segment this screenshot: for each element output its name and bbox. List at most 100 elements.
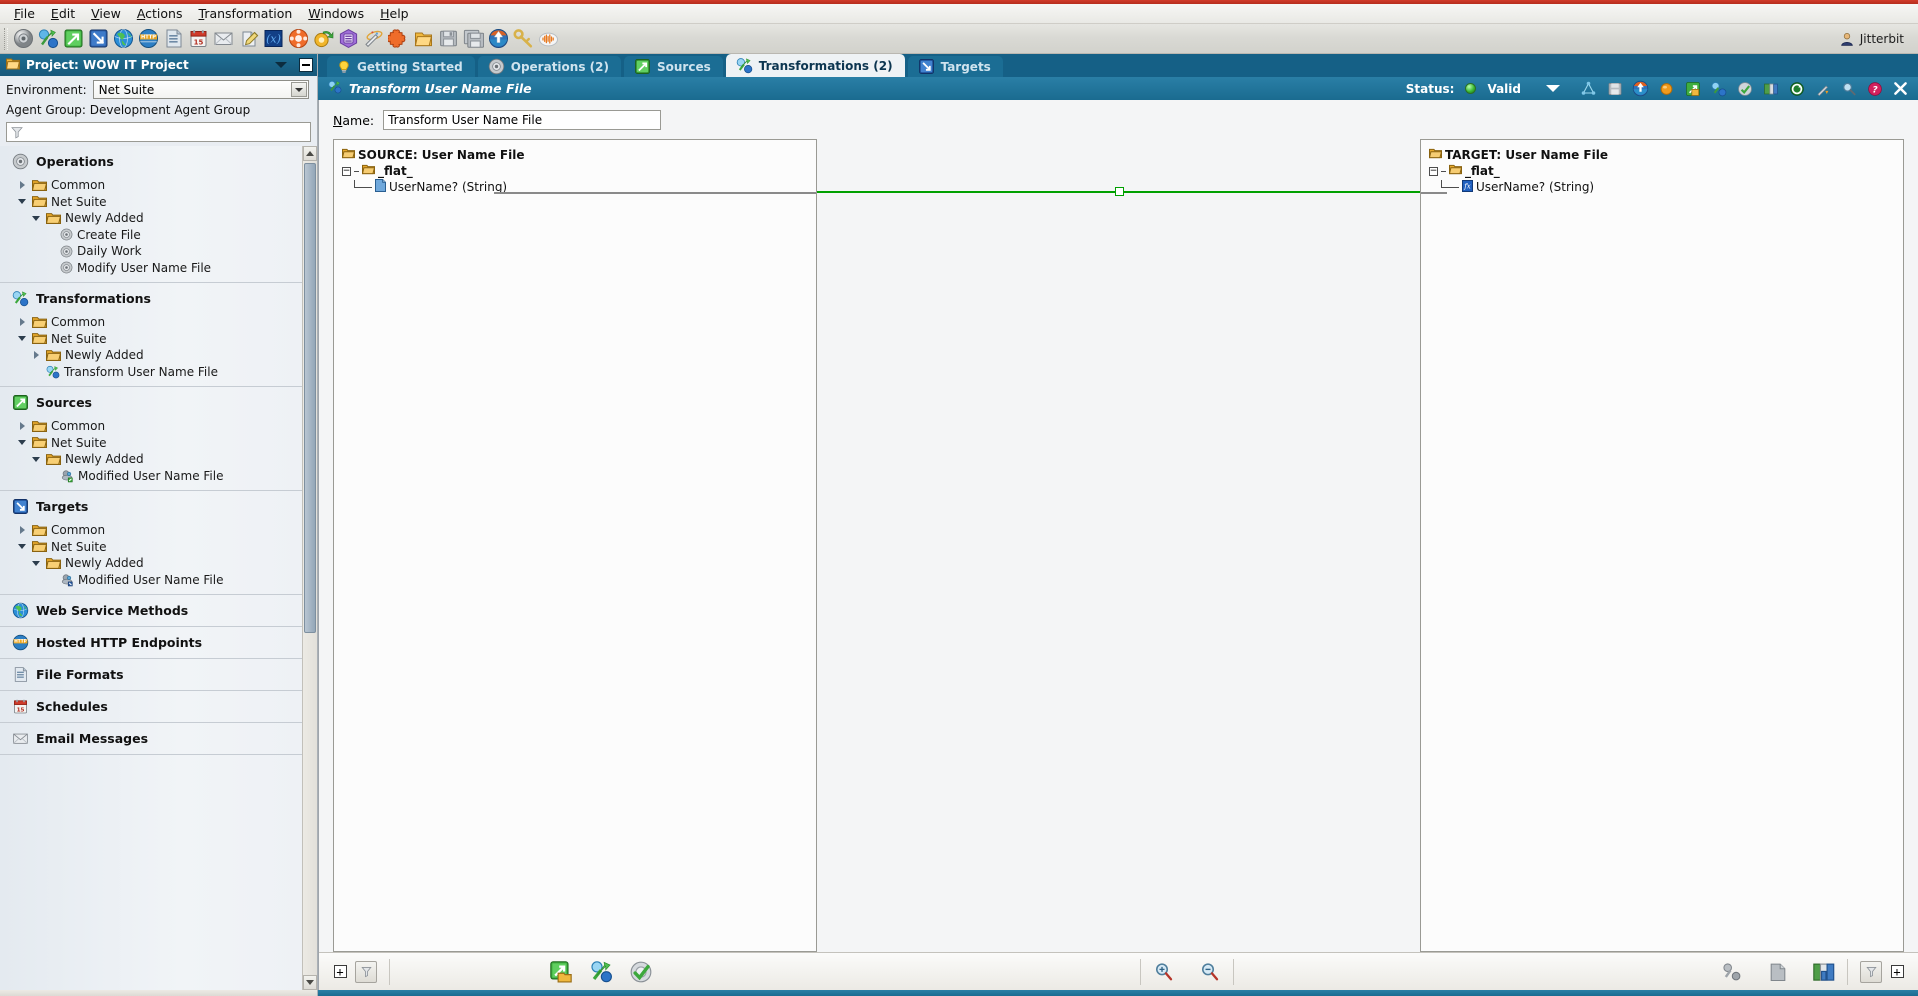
tree-node[interactable]: Common — [0, 522, 302, 539]
tree-node[interactable]: Create File — [0, 227, 302, 244]
target-root-row[interactable]: TARGET: User Name File — [1428, 147, 1608, 163]
target-expand-button[interactable]: + — [1884, 959, 1910, 985]
chevron-down-icon[interactable] — [30, 560, 42, 566]
menu-windows[interactable]: Windows — [300, 4, 372, 23]
hosted-http-endpoints-icon[interactable]: HTTP — [136, 26, 161, 51]
puzzle-icon[interactable] — [386, 26, 411, 51]
source-group-row[interactable]: − _flat_ — [342, 163, 524, 179]
graph-view-icon[interactable] — [1579, 79, 1598, 98]
target-group-row[interactable]: − _flat_ — [1429, 163, 1608, 179]
tree-node[interactable]: Common — [0, 314, 302, 331]
menu-help[interactable]: Help — [372, 4, 417, 23]
target-file-button[interactable] — [1765, 959, 1791, 985]
chevron-down-icon[interactable] — [30, 215, 42, 221]
menu-file[interactable]: File — [6, 4, 43, 23]
queues-icon[interactable] — [311, 26, 336, 51]
mapping-canvas[interactable] — [817, 139, 1420, 952]
sidebar-section-sources[interactable]: Sources — [0, 387, 302, 418]
key-icon[interactable] — [511, 26, 536, 51]
chevron-down-icon[interactable] — [16, 199, 28, 205]
new-target-icon[interactable] — [86, 26, 111, 51]
wizard-icon[interactable] — [361, 26, 386, 51]
titlebar-menu-caret-icon[interactable] — [1546, 85, 1560, 92]
zoom-out-button[interactable] — [1197, 959, 1223, 985]
sidebar-section-operations[interactable]: Operations — [0, 146, 302, 177]
target-mapping-button[interactable] — [1719, 959, 1745, 985]
sidebar-section-schedules[interactable]: 15 Schedules — [0, 691, 302, 722]
tree-node[interactable]: Net Suite — [0, 331, 302, 348]
change-source-button[interactable] — [548, 959, 574, 985]
collapse-toggle[interactable]: − — [342, 166, 351, 176]
tab-sources[interactable]: Sources — [623, 56, 723, 77]
wand-icon[interactable] — [1813, 79, 1832, 98]
orange-sphere-icon[interactable] — [1657, 79, 1676, 98]
chevron-down-icon[interactable] — [16, 544, 28, 550]
project-minimize-button[interactable] — [299, 58, 313, 72]
environment-select[interactable]: Net Suite — [92, 80, 309, 99]
menu-actions[interactable]: Actions — [129, 4, 191, 23]
chevron-right-icon[interactable] — [16, 526, 28, 535]
plugins-icon[interactable] — [286, 26, 311, 51]
deploy-icon[interactable] — [1631, 79, 1650, 98]
sidebar-section-file-formats[interactable]: File Formats — [0, 659, 302, 690]
tree-node[interactable]: Net Suite — [0, 194, 302, 211]
new-transformation-icon[interactable] — [36, 26, 61, 51]
expand-all-button[interactable]: + — [327, 959, 353, 985]
save-icon[interactable] — [1605, 79, 1624, 98]
tree-node[interactable]: Modified User Name File — [0, 572, 302, 589]
sidebar-section-transformations[interactable]: Transformations — [0, 283, 302, 314]
zoom-in-button[interactable] — [1151, 959, 1177, 985]
user-chip[interactable]: Jitterbit — [1840, 24, 1904, 54]
tree-filter-input[interactable] — [6, 122, 311, 142]
file-format-icon[interactable] — [1761, 79, 1780, 98]
tree-node[interactable]: Net Suite — [0, 435, 302, 452]
open-project-icon[interactable] — [411, 26, 436, 51]
chevron-down-icon[interactable] — [16, 336, 28, 342]
sidebar-section-email-messages[interactable]: Email Messages — [0, 723, 302, 754]
target-filter-button[interactable] — [1858, 959, 1884, 985]
source-transformation-button[interactable] — [588, 959, 614, 985]
save-all-icon[interactable] — [461, 26, 486, 51]
collapse-toggle[interactable]: − — [1429, 166, 1438, 176]
chevron-right-icon[interactable] — [16, 318, 28, 327]
help-icon[interactable]: ? — [1865, 79, 1884, 98]
tree-node[interactable]: Newly Added — [0, 210, 302, 227]
menu-view[interactable]: View — [83, 4, 129, 23]
tree-node[interactable]: Common — [0, 177, 302, 194]
project-menu-caret-icon[interactable] — [275, 62, 287, 68]
deploy-icon[interactable] — [486, 26, 511, 51]
scroll-up-button[interactable] — [303, 146, 317, 161]
undo-icon[interactable] — [1735, 79, 1754, 98]
schedules-icon[interactable]: 15 — [186, 26, 211, 51]
filter-button[interactable] — [353, 959, 379, 985]
target-field-row[interactable]: fx UserName? (String) — [1429, 179, 1608, 195]
target-pane[interactable]: TARGET: User Name File − _flat_ fx UserN… — [1420, 139, 1904, 952]
new-operation-icon[interactable] — [11, 26, 36, 51]
target-structure-button[interactable] — [1811, 959, 1837, 985]
source-root-row[interactable]: SOURCE: User Name File — [341, 147, 524, 163]
tab-targets[interactable]: Targets — [907, 56, 1003, 77]
chevron-down-icon[interactable] — [16, 440, 28, 446]
tree-node[interactable]: Modify User Name File — [0, 260, 302, 277]
project-tree-scrollbar[interactable] — [302, 146, 317, 990]
tab-transformations-2[interactable]: Transformations (2) — [725, 54, 905, 77]
web-service-methods-icon[interactable] — [111, 26, 136, 51]
tree-node[interactable]: Common — [0, 418, 302, 435]
tree-node[interactable]: Newly Added — [0, 451, 302, 468]
chevron-right-icon[interactable] — [16, 181, 28, 190]
sidebar-section-hosted-http-endpoints[interactable]: HTTP Hosted HTTP Endpoints — [0, 627, 302, 658]
file-formats-icon[interactable] — [161, 26, 186, 51]
name-input[interactable] — [383, 110, 662, 130]
email-messages-icon[interactable] — [211, 26, 236, 51]
tab-operations-2[interactable]: Operations (2) — [477, 56, 621, 77]
tree-node[interactable]: Transform User Name File — [0, 364, 302, 381]
source-pane[interactable]: SOURCE: User Name File − _flat_ UserName… — [333, 139, 817, 952]
global-variables-icon[interactable]: (x) — [261, 26, 286, 51]
tab-getting-started[interactable]: Getting Started — [327, 56, 475, 77]
tree-node[interactable]: Newly Added — [0, 555, 302, 572]
sidebar-section-targets[interactable]: Targets — [0, 491, 302, 522]
menu-edit[interactable]: Edit — [43, 4, 83, 23]
menu-transformation[interactable]: Transformation — [191, 4, 301, 23]
scripts-icon[interactable] — [236, 26, 261, 51]
source-icon[interactable] — [1683, 79, 1702, 98]
